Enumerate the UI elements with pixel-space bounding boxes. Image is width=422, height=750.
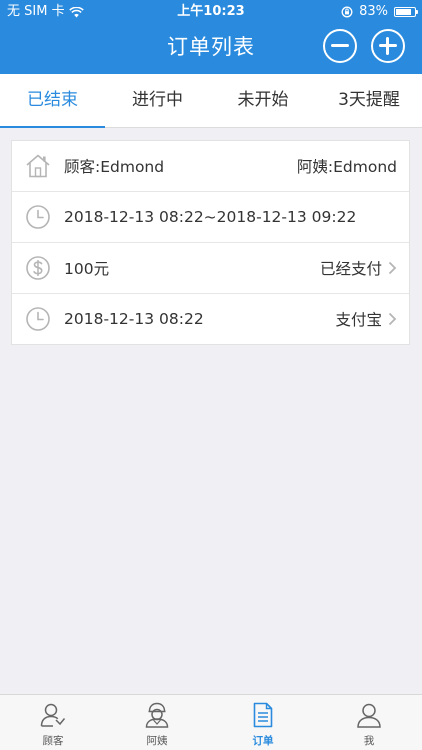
orientation-lock-icon [341,6,353,18]
payment-status: 已经支付 [319,260,382,278]
tabbar-item-customer[interactable]: 顾客 [23,695,83,750]
battery-icon [394,7,418,17]
payment-time: 2018-12-13 08:22 [64,310,204,328]
tabbar-label: 阿姨 [146,735,168,747]
payment-method-group: 支付宝 [335,308,397,330]
tabbar-item-me[interactable]: 我 [339,695,399,750]
payment-method: 支付宝 [335,311,382,329]
plus-icon-vertical [386,37,389,55]
battery-percent: 83% [359,4,388,19]
order-payment-row[interactable]: 100元 已经支付 [12,243,409,294]
clock-icon [26,307,50,331]
tab-not-started[interactable]: 未开始 [210,74,316,127]
helper-name: 阿姨:Edmond [296,158,397,176]
tabbar-item-helper[interactable]: 阿姨 [127,695,187,750]
customer-name: 顾客:Edmond [64,158,165,176]
chevron-right-icon [388,261,397,275]
order-payment-method-row[interactable]: 2018-12-13 08:22 支付宝 [12,294,409,344]
tabbar-item-order[interactable]: 订单 [233,695,293,750]
bottom-tab-bar: 顾客 阿姨 订单 我 [0,694,422,750]
header: 无 SIM 卡 上午10:23 83% 订单列表 [0,0,422,74]
add-order-button[interactable] [371,29,405,63]
page-title: 订单列表 [167,35,255,59]
order-amount: 100元 [64,260,110,278]
order-document-icon [253,702,273,728]
tab-in-progress[interactable]: 进行中 [105,74,210,127]
chevron-right-icon [388,312,397,326]
customer-icon [40,703,66,727]
helper-icon [145,702,169,728]
order-status-tabs: 已结束 进行中 未开始 3天提醒 [0,74,422,128]
tabbar-label: 顾客 [42,735,64,747]
tab-finished[interactable]: 已结束 [0,74,105,128]
status-bar: 无 SIM 卡 上午10:23 83% [0,0,422,24]
order-card[interactable]: 顾客:Edmond 阿姨:Edmond 2018-12-13 08:22~201… [11,140,410,345]
money-icon [26,256,50,280]
service-time-range: 2018-12-13 08:22~2018-12-13 09:22 [64,208,357,226]
status-right: 83% [341,0,418,24]
tabbar-label: 我 [363,735,375,747]
tabbar-label: 订单 [252,735,274,747]
minus-icon [331,44,349,47]
payment-status-group: 已经支付 [320,257,397,279]
battery-level [396,9,411,15]
home-icon [26,154,50,178]
clock-icon [26,205,50,229]
order-people-row: 顾客:Edmond 阿姨:Edmond [12,141,409,192]
tab-3-day-reminder[interactable]: 3天提醒 [316,74,422,127]
order-time-row: 2018-12-13 08:22~2018-12-13 09:22 [12,192,409,243]
remove-order-button[interactable] [323,29,357,63]
profile-icon [357,703,381,728]
